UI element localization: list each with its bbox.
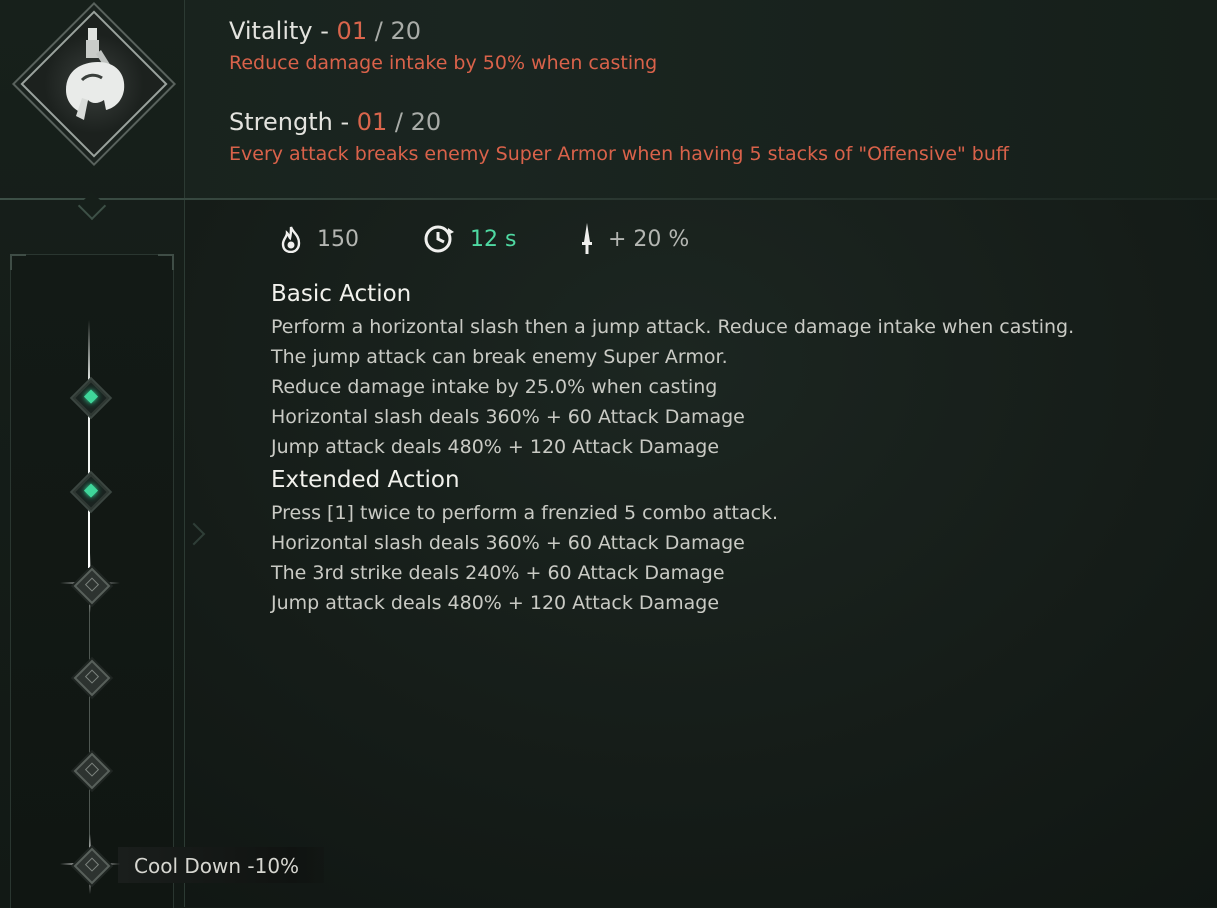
basic-action-line: The jump attack can break enemy Super Ar… <box>271 346 728 368</box>
separator: / <box>387 108 411 136</box>
basic-action-title: Basic Action <box>271 281 412 307</box>
cooldown-stat: 12 s <box>422 222 516 256</box>
strength-name: Strength <box>229 108 333 136</box>
panel-corner-ornament <box>158 254 174 270</box>
flame-icon <box>281 226 301 253</box>
basic-action-line: Jump attack deals 480% + 120 Attack Dama… <box>271 436 720 458</box>
clock-icon <box>424 225 454 253</box>
strength-description: Every attack breaks enemy Super Armor wh… <box>229 143 1009 165</box>
progression-track-active <box>88 320 90 568</box>
damage-bonus-value: + 20 % <box>608 226 690 252</box>
vitality-title: Vitality - 01 / 20 <box>229 17 421 45</box>
vitality-current: 01 <box>336 17 368 45</box>
strength-title: Strength - 01 / 20 <box>229 108 441 136</box>
damage-stat: + 20 % <box>580 222 689 256</box>
dagger-icon <box>582 223 592 254</box>
knight-helmet-icon <box>66 28 125 120</box>
separator: / <box>367 17 391 45</box>
vitality-description: Reduce damage intake by 50% when casting <box>229 52 658 74</box>
strength-max: 20 <box>410 108 442 136</box>
basic-action-line: Perform a horizontal slash then a jump a… <box>271 316 1075 338</box>
cost-value: 150 <box>317 226 359 252</box>
header-divider <box>0 198 1217 200</box>
basic-action-line: Reduce damage intake by 25.0% when casti… <box>271 376 718 398</box>
extended-action-line: Press [1] twice to perform a frenzied 5 … <box>271 502 779 524</box>
strength-current: 01 <box>356 108 388 136</box>
basic-action-line: Horizontal slash deals 360% + 60 Attack … <box>271 406 745 428</box>
panel-corner-ornament <box>10 254 26 270</box>
separator: - <box>312 17 337 45</box>
vitality-max: 20 <box>390 17 421 45</box>
extended-action-line: Horizontal slash deals 360% + 60 Attack … <box>271 532 745 554</box>
cooldown-value: 12 s <box>470 226 517 252</box>
extended-action-line: Jump attack deals 480% + 120 Attack Dama… <box>271 592 720 614</box>
vitality-name: Vitality <box>229 17 313 45</box>
extended-action-title: Extended Action <box>271 467 460 493</box>
extended-action-line: The 3rd strike deals 240% + 60 Attack Da… <box>271 562 725 584</box>
cost-stat: 150 <box>279 222 359 256</box>
cooldown-bonus-label: Cool Down -10% <box>134 854 300 878</box>
separator: - <box>332 108 357 136</box>
